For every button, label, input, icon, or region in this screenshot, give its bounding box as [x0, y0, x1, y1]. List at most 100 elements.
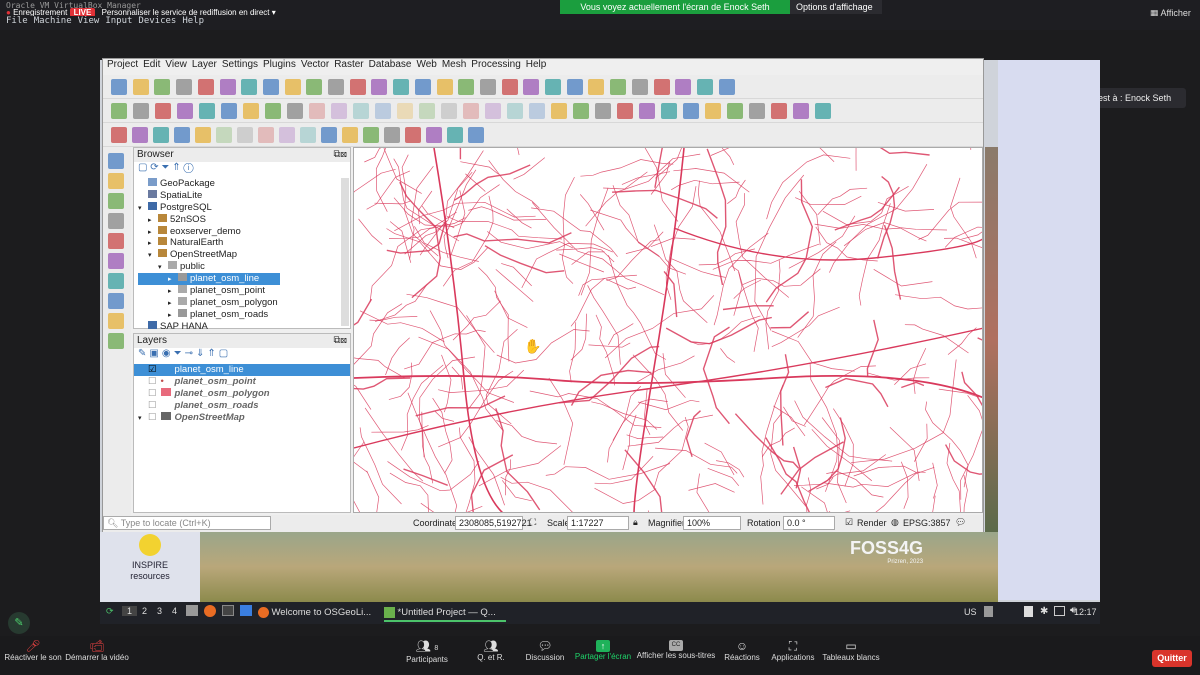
attribute-table-icon[interactable]	[588, 79, 605, 95]
expand-arrow-icon[interactable]: ▾	[148, 250, 158, 262]
coordinate-field[interactable]: 2308085,5192721	[455, 516, 532, 530]
clipboard-icon[interactable]	[1024, 606, 1033, 617]
collapse-icon[interactable]: ⇑	[207, 348, 218, 359]
style-icon[interactable]: ✎	[138, 348, 149, 359]
browser-item[interactable]: ▸ planet_osm_point	[138, 285, 350, 297]
add-layer-icon[interactable]	[108, 153, 124, 169]
lock-icon[interactable]: 🔒︎	[633, 517, 638, 528]
magnifier-field[interactable]: 100%	[683, 516, 741, 530]
menu-vector[interactable]: Vector	[301, 59, 329, 70]
remove-layer-icon[interactable]: ▢	[219, 348, 231, 359]
new-bookmark-icon[interactable]	[479, 79, 496, 95]
layout-manager-icon[interactable]	[219, 79, 236, 95]
digitizing-tool-icon[interactable]	[573, 103, 589, 119]
pan-icon[interactable]	[262, 79, 279, 95]
print-layout-icon[interactable]	[197, 79, 214, 95]
digitizing-tool-icon[interactable]	[463, 103, 479, 119]
selection-tool-icon[interactable]	[384, 127, 400, 143]
digitizing-tool-icon[interactable]	[221, 103, 237, 119]
menu-view[interactable]: View	[165, 59, 187, 70]
vbox-menu-view[interactable]: View	[78, 16, 100, 26]
menu-database[interactable]: Database	[369, 59, 412, 70]
taskbar-qgis-window[interactable]: *Untitled Project — Q...	[384, 604, 506, 622]
expand-arrow-icon[interactable]: ▾	[138, 413, 148, 425]
digitizing-tool-icon[interactable]	[771, 103, 787, 119]
selection-tool-icon[interactable]	[132, 127, 148, 143]
digitizing-tool-icon[interactable]	[353, 103, 369, 119]
expand-arrow-icon[interactable]: ▾	[138, 203, 148, 215]
files-icon[interactable]	[186, 605, 198, 616]
selection-tool-icon[interactable]	[258, 127, 274, 143]
zoom-layer-icon[interactable]	[393, 79, 410, 95]
app-menu-icon[interactable]: ⟳	[106, 606, 114, 617]
digitizing-tool-icon[interactable]	[243, 103, 259, 119]
expand-icon[interactable]: ⇓	[196, 348, 207, 359]
eye-icon[interactable]: ◉	[162, 348, 174, 359]
digitizing-tool-icon[interactable]	[793, 103, 809, 119]
sum-icon[interactable]	[631, 79, 648, 95]
selection-tool-icon[interactable]	[279, 127, 295, 143]
vbox-menu-machine[interactable]: Machine	[34, 16, 72, 26]
digitizing-tool-icon[interactable]	[485, 103, 501, 119]
info-icon[interactable]: ⓘ	[183, 162, 193, 173]
digitizing-tool-icon[interactable]	[111, 103, 127, 119]
expand-arrow-icon[interactable]: ▾	[158, 262, 168, 274]
menu-processing[interactable]: Processing	[471, 59, 520, 70]
digitizing-tool-icon[interactable]	[683, 103, 699, 119]
identify-icon[interactable]	[566, 79, 583, 95]
zoom-next-icon[interactable]	[458, 79, 475, 95]
selection-tool-icon[interactable]	[363, 127, 379, 143]
digitizing-tool-icon[interactable]	[749, 103, 765, 119]
layer-visibility-checkbox[interactable]: ☐	[148, 388, 157, 399]
open-project-icon[interactable]	[132, 79, 149, 95]
menu-project[interactable]: Project	[107, 59, 138, 70]
layer-item[interactable]: ☐ • planet_osm_point	[134, 376, 350, 388]
network-icon[interactable]	[984, 606, 993, 617]
terminal-icon[interactable]	[222, 605, 234, 616]
selection-tool-icon[interactable]	[405, 127, 421, 143]
layer-visibility-checkbox[interactable]: ☐	[148, 412, 157, 423]
digitizing-tool-icon[interactable]	[661, 103, 677, 119]
view-options-button[interactable]: Options d'affichage ▾	[790, 0, 882, 26]
layer-item[interactable]: ☑ planet_osm_line	[134, 364, 350, 376]
inspire-desktop-icon[interactable]: INSPIRE resources	[100, 532, 200, 602]
selection-tool-icon[interactable]	[300, 127, 316, 143]
add-layer-icon[interactable]	[108, 333, 124, 349]
browser-item[interactable]: ▸ NaturalEarth	[138, 237, 350, 249]
add-layer-icon[interactable]	[108, 173, 124, 189]
keyboard-layout[interactable]: US	[964, 607, 977, 617]
zoom-full-icon[interactable]	[349, 79, 366, 95]
digitizing-tool-icon[interactable]	[177, 103, 193, 119]
add-layer-icon[interactable]	[108, 213, 124, 229]
participants-button[interactable]: 👥︎ 8 Participants	[400, 640, 454, 665]
menu-raster[interactable]: Raster	[334, 59, 363, 70]
add-group-icon[interactable]: ▣	[149, 348, 161, 359]
render-checkbox[interactable]: ☑	[845, 517, 853, 528]
menu-plugins[interactable]: Plugins	[263, 59, 296, 70]
taskbar-clock[interactable]: 12:17	[1074, 607, 1097, 617]
menu-mesh[interactable]: Mesh	[442, 59, 466, 70]
selection-tool-icon[interactable]	[426, 127, 442, 143]
selection-tool-icon[interactable]	[468, 127, 484, 143]
whiteboards-button[interactable]: ▭ Tableaux blancs	[822, 640, 880, 663]
apps-button[interactable]: ⛶ Applications	[770, 640, 816, 663]
display-icon[interactable]	[1054, 606, 1065, 616]
workspace-2[interactable]: 2	[137, 606, 152, 616]
refresh-icon[interactable]: ⟳	[150, 162, 158, 173]
selection-tool-icon[interactable]	[111, 127, 127, 143]
chat-button[interactable]: 💬︎ Discussion	[524, 640, 566, 663]
digitizing-tool-icon[interactable]	[529, 103, 545, 119]
pan-to-selection-icon[interactable]	[284, 79, 301, 95]
style-manager-icon[interactable]	[241, 79, 258, 95]
digitizing-tool-icon[interactable]	[551, 103, 567, 119]
qa-button[interactable]: 👥︎ Q. et R.	[474, 640, 508, 663]
digitizing-tool-icon[interactable]	[265, 103, 281, 119]
scrollbar[interactable]	[341, 178, 349, 326]
digitizing-tool-icon[interactable]	[331, 103, 347, 119]
layer-visibility-checkbox[interactable]: ☐	[148, 400, 157, 411]
rotation-field[interactable]: 0.0 °	[783, 516, 835, 530]
layer-visibility-checkbox[interactable]: ☑	[148, 364, 157, 375]
expand-arrow-icon[interactable]: ▸	[148, 215, 158, 227]
zoom-native-icon[interactable]	[414, 79, 431, 95]
captions-button[interactable]: CC Afficher les sous-titres	[636, 640, 716, 660]
